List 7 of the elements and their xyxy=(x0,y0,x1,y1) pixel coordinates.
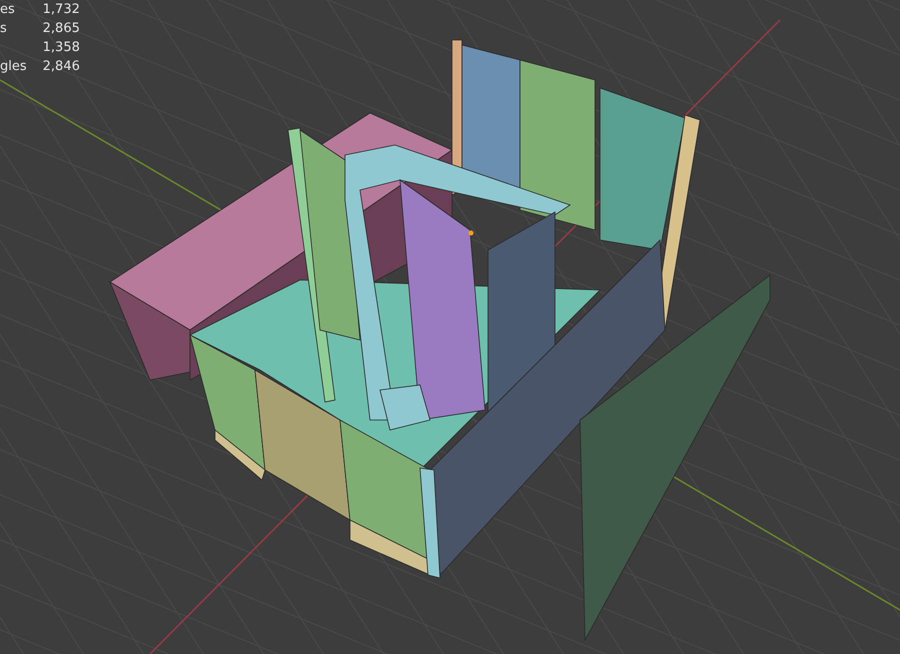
stat-value: 2,846 xyxy=(42,58,80,76)
stat-label: gles xyxy=(0,58,27,76)
stat-label: s xyxy=(0,20,8,38)
stat-value: 2,865 xyxy=(42,20,80,38)
stat-label: es xyxy=(0,1,16,19)
stat-value: 1,732 xyxy=(42,1,80,19)
stat-value: 1,358 xyxy=(42,39,80,57)
